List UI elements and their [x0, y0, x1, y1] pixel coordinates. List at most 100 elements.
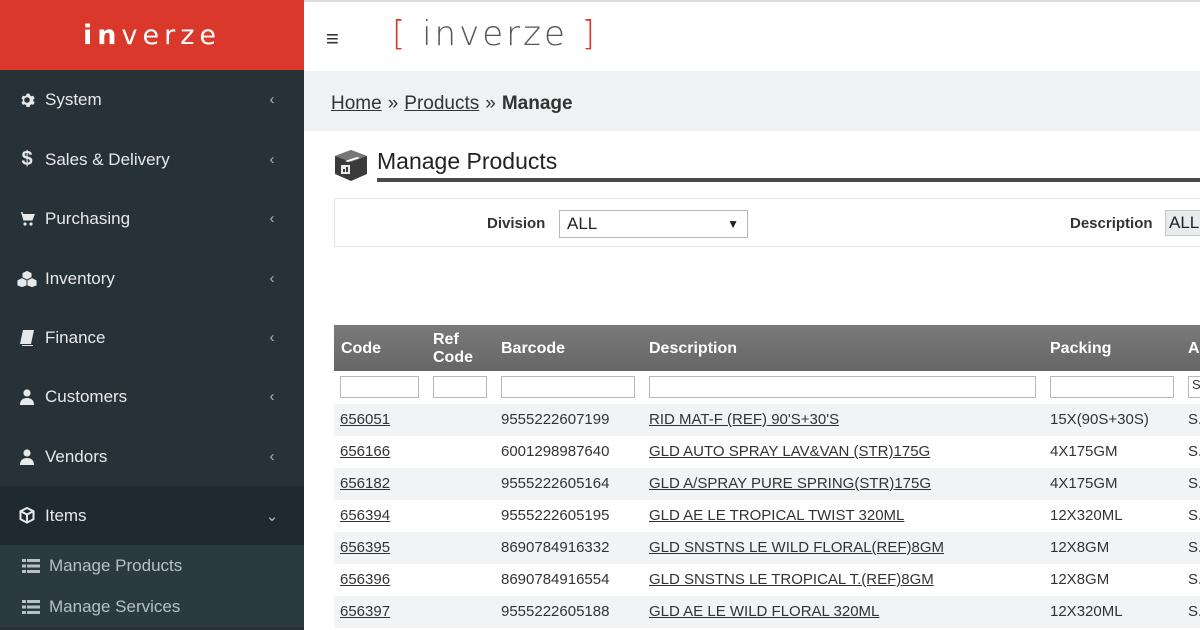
table-row: 656166 6001298987640 GLD AUTO SPRAY LAV&VA… [334, 436, 1200, 468]
sidebar-subitem-manage-products[interactable]: Manage Products [0, 545, 304, 586]
header-next-column[interactable]: A [1188, 340, 1200, 358]
table-row: 656182 9555222605164 GLD A/SPRAY PURE SPRI… [334, 468, 1200, 500]
sidebar-item-items[interactable]: Items ⌄ [0, 486, 304, 545]
cell-description[interactable]: GLD A/SPRAY PURE SPRING(STR)175G [649, 475, 931, 492]
sidebar-item-purchasing[interactable]: Purchasing ‹ [0, 189, 304, 248]
table-header: Code Ref Code Barcode Description Packin… [334, 325, 1200, 371]
cell-barcode: 9555222607199 [501, 411, 610, 428]
sidebar-item-vendors[interactable]: Vendors ‹ [0, 427, 304, 486]
sidebar-subitem-manage-services[interactable]: Manage Services [0, 586, 304, 627]
hamburger-menu-icon[interactable]: ≡ [326, 26, 339, 52]
sidebar-subitem-label: Manage Services [49, 596, 181, 616]
cell-packing: 15X(90S+30S) [1050, 411, 1149, 428]
header-code[interactable]: Code [341, 340, 381, 358]
sidebar-item-label: Vendors [45, 446, 108, 466]
brand-logo[interactable]: in verze [0, 0, 304, 70]
sidebar-item-label: Items [45, 505, 87, 525]
sidebar-item-label: Customers [45, 386, 128, 406]
breadcrumb-bar: Home» Products» Manage [304, 71, 1200, 131]
sidebar-item-customers[interactable]: Customers ‹ [0, 367, 304, 426]
chevron-left-icon: ‹ [269, 151, 275, 168]
cell-packing: 12X320ML [1050, 507, 1123, 524]
breadcrumb-separator: » [387, 93, 399, 114]
page-title-block: Manage Products [332, 146, 1200, 186]
cell-description[interactable]: GLD AE LE WILD FLORAL 320ML [649, 603, 879, 620]
chevron-down-icon: ⌄ [265, 507, 279, 525]
gear-icon [17, 92, 37, 108]
cell-next: S. [1188, 571, 1200, 588]
cell-code[interactable]: 656396 [340, 571, 390, 588]
cell-code[interactable]: 656051 [340, 411, 390, 428]
division-select-value: ALL [567, 214, 598, 233]
header-logo[interactable]: [ inverze ] [392, 14, 598, 54]
cell-description[interactable]: GLD AE LE TROPICAL TWIST 320ML [649, 507, 904, 524]
cell-description[interactable]: GLD AUTO SPRAY LAV&VAN (STR)175G [649, 443, 930, 460]
chevron-left-icon: ‹ [269, 210, 275, 227]
sidebar-item-finance[interactable]: Finance ‹ [0, 308, 304, 367]
header-ref-code-line1[interactable]: Ref [433, 331, 459, 349]
header-packing[interactable]: Packing [1050, 340, 1111, 358]
cell-description[interactable]: GLD SNSTNS LE TROPICAL T.(REF)8GM [649, 571, 934, 588]
sidebar-item-label: System [45, 89, 102, 109]
sidebar-item-inventory[interactable]: Inventory ‹ [0, 249, 304, 308]
cell-barcode: 9555222605164 [501, 475, 610, 492]
sidebar-item-label: Sales & Delivery [45, 149, 170, 169]
cell-next: S. [1188, 443, 1200, 460]
cell-code[interactable]: 656397 [340, 603, 390, 620]
cell-description[interactable]: GLD SNSTNS LE WILD FLORAL(REF)8GM [649, 539, 944, 556]
cell-barcode: 6001298987640 [501, 443, 610, 460]
ref-code-filter-input[interactable] [433, 376, 487, 398]
cell-packing: 12X8GM [1050, 571, 1110, 588]
cell-packing: 12X8GM [1050, 539, 1110, 556]
table-filter-row: S [334, 371, 1200, 404]
sidebar-subitem-label: Manage Products [49, 555, 183, 575]
cell-next: S. [1188, 507, 1200, 524]
cell-code[interactable]: 656394 [340, 507, 390, 524]
next-filter-value: S [1192, 377, 1200, 392]
next-filter-input[interactable]: S [1188, 376, 1200, 398]
page-title: Manage Products [377, 148, 558, 174]
sidebar-item-sales-delivery[interactable]: $ Sales & Delivery ‹ [0, 130, 304, 189]
header-barcode[interactable]: Barcode [501, 340, 565, 358]
sidebar-item-label: Inventory [45, 268, 115, 288]
sidebar-item-system[interactable]: System ‹ [0, 70, 304, 129]
cube-icon [17, 507, 37, 524]
cell-next: S. [1188, 603, 1200, 620]
chevron-left-icon: ‹ [269, 91, 275, 108]
filter-panel: Division ALL ▼ Description ALL [334, 198, 1200, 247]
chevron-left-icon: ‹ [269, 329, 275, 346]
cell-description[interactable]: RID MAT-F (REF) 90'S+30'S [649, 411, 839, 428]
description-input-value: ALL [1169, 213, 1200, 232]
header-description[interactable]: Description [649, 340, 737, 358]
cell-packing: 4X175GM [1050, 475, 1118, 492]
user-icon [17, 448, 37, 465]
book-icon [17, 329, 37, 346]
header-ref-code-line2[interactable]: Code [433, 349, 473, 367]
title-underline [377, 178, 1200, 182]
division-select[interactable]: ALL ▼ [559, 210, 748, 238]
chevron-left-icon: ‹ [269, 270, 275, 287]
brand-logo-rest: verze [121, 19, 221, 51]
code-filter-input[interactable] [340, 376, 419, 398]
cell-barcode: 8690784916332 [501, 539, 610, 556]
logo-text: inverze [422, 14, 568, 54]
logo-bracket-right: ] [581, 14, 598, 54]
cell-code[interactable]: 656166 [340, 443, 390, 460]
cell-next: S. [1188, 475, 1200, 492]
cell-barcode: 9555222605188 [501, 603, 610, 620]
sidebar-item-label: Purchasing [45, 208, 131, 228]
table-row: 656397 9555222605188 GLD AE LE WILD FLORAL… [334, 596, 1200, 628]
list-icon [22, 558, 41, 573]
cell-code[interactable]: 656395 [340, 539, 390, 556]
breadcrumb-products[interactable]: Products [404, 93, 479, 114]
caret-down-icon: ▼ [727, 217, 739, 231]
description-filter-input[interactable] [649, 376, 1036, 398]
breadcrumb-home[interactable]: Home [331, 93, 382, 114]
cell-code[interactable]: 656182 [340, 475, 390, 492]
breadcrumb-current: Manage [501, 93, 573, 114]
packing-filter-input[interactable] [1050, 376, 1174, 398]
cart-icon [17, 211, 37, 227]
brand-logo-bold: in [83, 19, 122, 51]
barcode-filter-input[interactable] [501, 376, 635, 398]
description-input[interactable]: ALL [1165, 210, 1200, 236]
